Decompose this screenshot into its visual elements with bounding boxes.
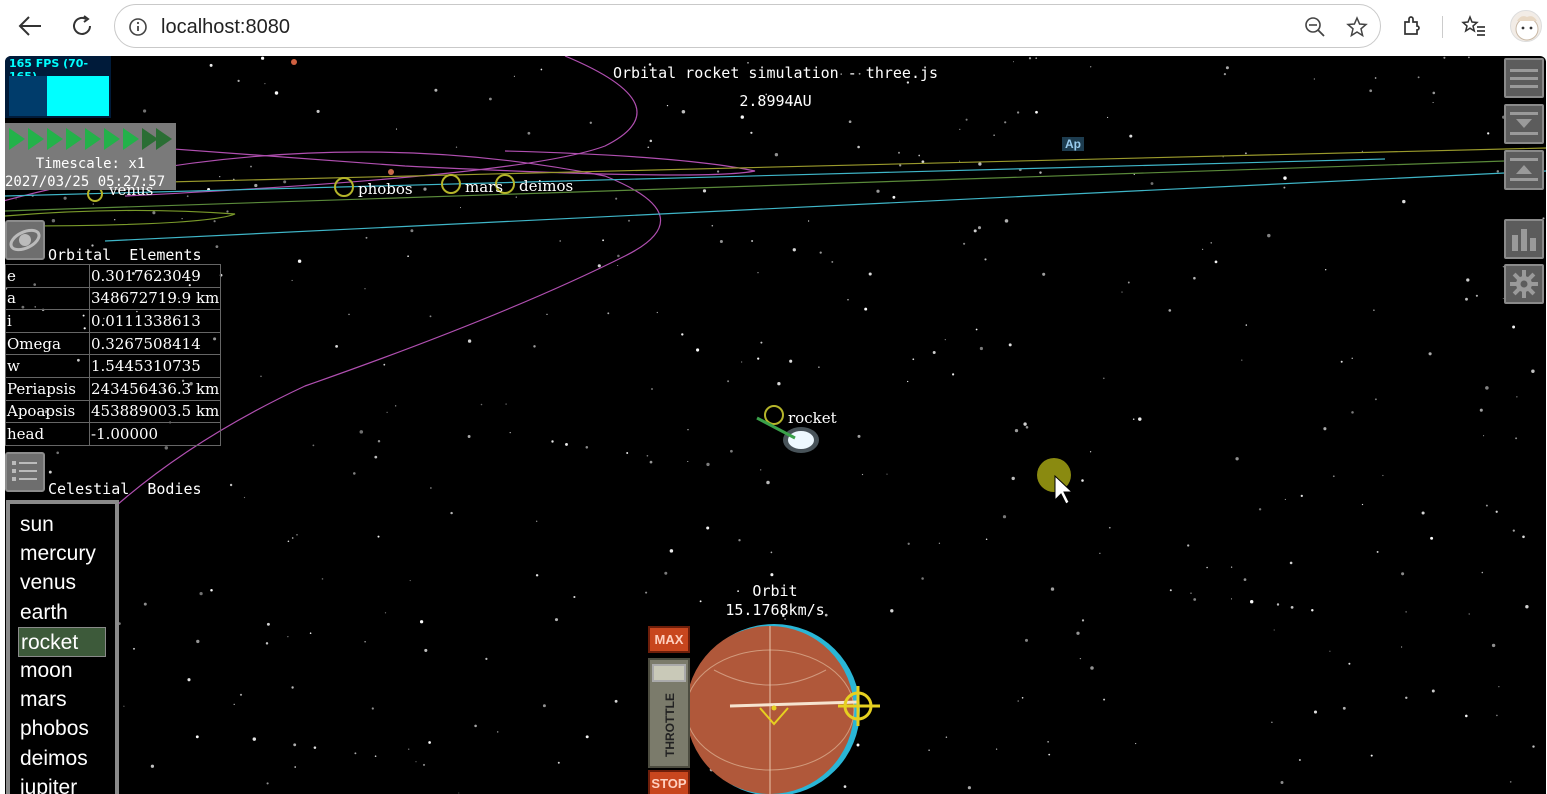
orbital-element-value: -1.00000 <box>88 422 222 446</box>
orbital-element-value: 243456436.3 km <box>88 376 222 401</box>
throttle-label: THROTTLE <box>663 693 677 757</box>
toolbar-divider <box>1442 16 1443 38</box>
body-item-deimos[interactable]: deimos <box>18 744 106 774</box>
star-icon[interactable] <box>1345 15 1369 39</box>
arrow-down-panel-icon <box>1510 112 1538 135</box>
apoapsis-marker[interactable]: Ap <box>1062 137 1084 151</box>
timescale-label: Timescale: x1 <box>35 156 146 172</box>
celestial-bodies-heading: Celestial Bodies <box>48 480 202 498</box>
bar-chart-icon <box>1512 229 1536 251</box>
orbital-element-key: e <box>5 264 90 288</box>
orbital-element-row: w 1.5445310735 <box>5 354 222 378</box>
orbit-icon <box>9 228 41 252</box>
arrow-up-panel-icon <box>1510 158 1538 181</box>
orbit-path-green <box>5 160 1506 212</box>
body-item-venus[interactable]: venus <box>18 568 106 598</box>
settings-button[interactable] <box>1504 264 1544 304</box>
orbital-elements-table: e 0.3017623049 a 348672719.9 km i 0.011133861… <box>5 264 222 446</box>
chart-button[interactable] <box>1504 219 1544 259</box>
play-speed-1-icon[interactable] <box>9 128 25 150</box>
orbital-element-key: Apoapsis <box>5 399 90 424</box>
simulation-canvas[interactable]: 165 FPS (70-165) Timescale: x1 2027/03/2… <box>5 56 1546 794</box>
orbital-element-row: Periapsis 243456436.3 km <box>5 376 222 401</box>
timescale-panel: Timescale: x1 2027/03/25 05:27:57 <box>5 123 176 190</box>
play-speed-3-icon[interactable] <box>47 128 63 150</box>
extensions-icon[interactable] <box>1394 8 1430 44</box>
orbital-element-key: i <box>5 309 90 333</box>
orbital-element-row: Apoapsis 453889003.5 km <box>5 399 222 424</box>
label-phobos[interactable]: phobos <box>358 180 413 198</box>
gear-icon <box>1510 270 1538 298</box>
body-item-moon[interactable]: moon <box>18 656 106 686</box>
orbital-element-value: 0.0111338613 <box>88 309 222 333</box>
mars-dot <box>388 169 394 175</box>
menu-button[interactable] <box>1504 58 1544 98</box>
orbital-element-value: 1.5445310735 <box>88 354 222 378</box>
label-venus[interactable]: venus <box>109 181 153 199</box>
page-title: Orbital rocket simulation - three.js <box>612 64 939 82</box>
profile-avatar[interactable] <box>1510 10 1542 42</box>
play-speed-2-icon[interactable] <box>28 128 44 150</box>
orbital-element-value: 348672719.9 km <box>88 286 222 311</box>
browser-toolbar: localhost:8080 <box>0 0 1547 56</box>
orbital-element-row: head -1.00000 <box>5 422 222 446</box>
favorites-icon[interactable] <box>1456 8 1492 44</box>
orbital-element-key: a <box>5 286 90 311</box>
list-icon <box>12 461 37 481</box>
label-mars[interactable]: mars <box>465 178 503 196</box>
orbital-element-row: Omega 0.3267508414 <box>5 331 222 356</box>
orbital-elements-heading: Orbital Elements <box>48 246 202 264</box>
orbit-path-cyan-2 <box>104 170 1546 242</box>
zoom-out-icon[interactable] <box>1303 15 1327 39</box>
body-item-sun[interactable]: sun <box>18 510 106 540</box>
navball-mode[interactable]: Orbit <box>725 582 825 600</box>
panel-up-button[interactable] <box>1504 150 1544 190</box>
hamburger-icon <box>1510 69 1538 88</box>
play-speed-5-icon[interactable] <box>85 128 101 150</box>
orbital-element-key: Periapsis <box>5 376 90 401</box>
throttle-max-button[interactable]: MAX <box>648 626 690 653</box>
orbital-element-row: a 348672719.9 km <box>5 286 222 311</box>
back-icon[interactable] <box>12 8 48 44</box>
info-icon[interactable] <box>126 15 150 39</box>
navball-speed: 15.1768km/s <box>725 601 825 619</box>
body-item-mars[interactable]: mars <box>18 685 106 715</box>
bodies-toggle-button[interactable] <box>5 452 45 492</box>
navball <box>685 624 880 794</box>
body-item-rocket[interactable]: rocket <box>18 626 106 657</box>
orbital-element-value: 0.3267508414 <box>88 331 222 356</box>
orbital-element-row: e 0.3017623049 <box>5 264 222 288</box>
rocket-marker <box>764 405 784 425</box>
distance-readout: 2.8994AU <box>739 92 812 110</box>
throttle-control[interactable]: MAX THROTTLE STOP <box>648 626 690 794</box>
orbital-element-key: head <box>5 422 90 446</box>
orbital-element-value: 0.3017623049 <box>88 264 222 288</box>
body-item-phobos[interactable]: phobos <box>18 714 106 744</box>
orbital-element-value: 453889003.5 km <box>88 399 222 424</box>
label-rocket[interactable]: rocket <box>788 409 837 427</box>
body-item-mercury[interactable]: mercury <box>18 539 106 569</box>
orbit-path-cyan <box>5 158 1386 197</box>
orbital-element-row: i 0.0111338613 <box>5 309 222 333</box>
space-scene <box>5 56 1546 794</box>
body-item-jupiter[interactable]: jupiter <box>18 773 106 794</box>
play-speed-9-icon[interactable] <box>156 128 172 150</box>
play-speed-4-icon[interactable] <box>66 128 82 150</box>
url-text[interactable]: localhost:8080 <box>161 16 290 39</box>
orbit-toggle-button[interactable] <box>5 220 45 260</box>
address-bar[interactable]: localhost:8080 <box>114 4 1381 48</box>
throttle-slider-track[interactable]: THROTTLE <box>648 658 690 768</box>
play-speed-6-icon[interactable] <box>104 128 120 150</box>
body-item-earth[interactable]: earth <box>18 598 106 628</box>
reload-icon[interactable] <box>64 8 100 44</box>
play-speed-7-icon[interactable] <box>123 128 139 150</box>
panel-down-button[interactable] <box>1504 104 1544 144</box>
orbital-element-key: w <box>5 354 90 378</box>
label-deimos[interactable]: deimos <box>519 177 573 195</box>
throttle-stop-button[interactable]: STOP <box>648 770 690 794</box>
throttle-slider-knob[interactable] <box>652 664 686 682</box>
celestial-bodies-list[interactable]: sun mercury venus earth rocket moon mars phobos… <box>6 500 119 794</box>
orbital-element-key: Omega <box>5 331 90 356</box>
